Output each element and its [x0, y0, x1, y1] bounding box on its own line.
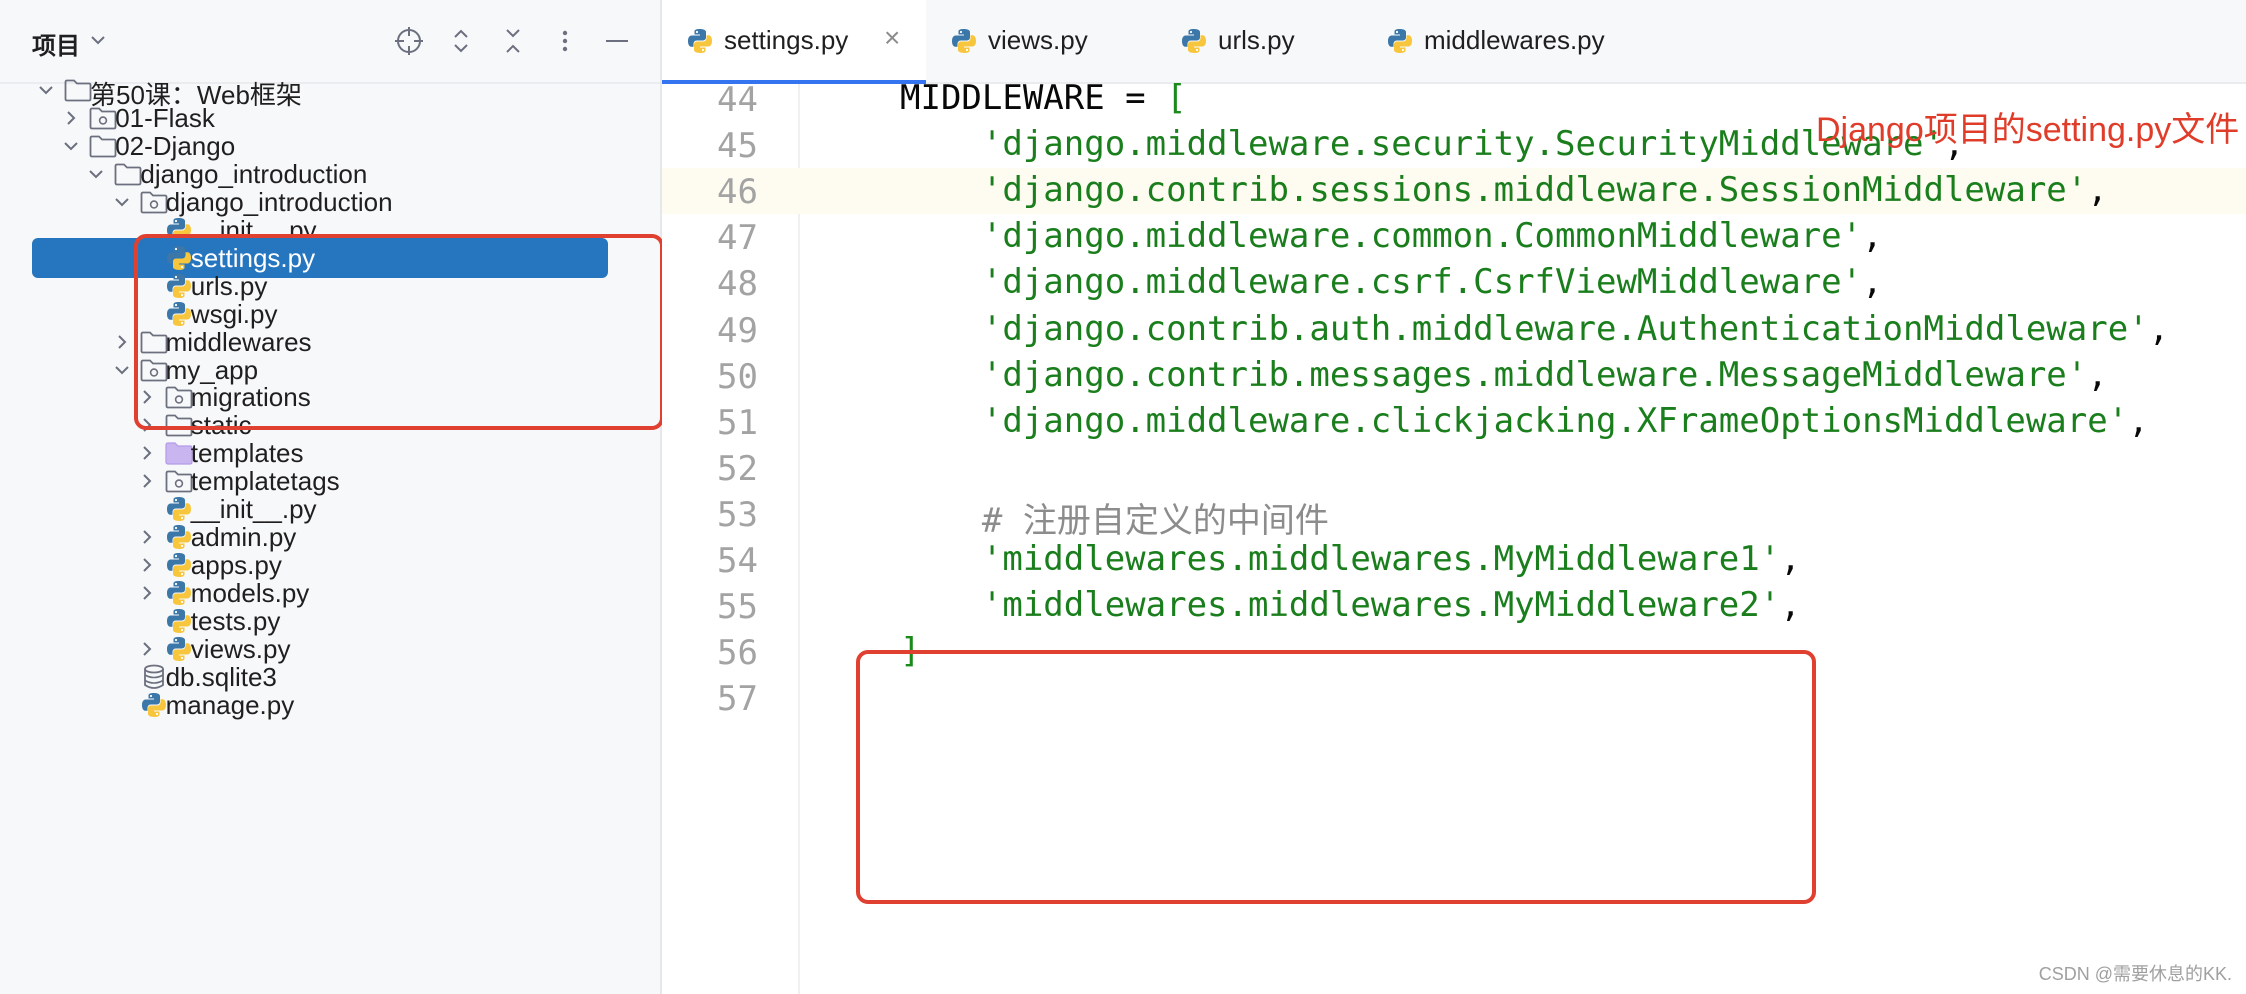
code-line[interactable]: 46 'django.contrib.sessions.middleware.S… — [662, 168, 2246, 215]
line-number: 50 — [717, 356, 758, 397]
expand-all-icon[interactable] — [444, 24, 478, 58]
tab-views-py[interactable]: views.py — [926, 0, 1090, 82]
code-line[interactable]: 53 # 注册自定义的中间件 — [662, 491, 2246, 541]
code-token: , — [2148, 308, 2170, 349]
code-line[interactable]: 50 'django.contrib.messages.middleware.M… — [662, 353, 2246, 399]
line-number: 53 — [717, 494, 758, 535]
tree-item-label: manage.py — [165, 689, 295, 720]
callout-box-custom-middleware — [856, 650, 1816, 904]
line-number: 54 — [717, 541, 758, 581]
code-line[interactable]: 51 'django.middleware.clickjacking.XFram… — [662, 399, 2246, 445]
code-token: , — [2087, 354, 2108, 395]
code-token: , — [1862, 262, 1883, 303]
tab-label: views.py — [988, 25, 1088, 55]
python-file-icon — [165, 579, 193, 606]
python-file-icon — [950, 27, 978, 55]
code-line[interactable]: 55 'middlewares.middlewares.MyMiddleware… — [662, 583, 2246, 629]
code-text: 'middlewares.middlewares.MyMiddleware1', — [900, 539, 1801, 579]
code-token: 'django.contrib.messages.middleware.Mess… — [900, 354, 2088, 395]
code-token: 'middlewares.middlewares.MyMiddleware2' — [900, 585, 1781, 626]
code-token: , — [2128, 400, 2149, 441]
chevron-down-icon[interactable] — [88, 30, 108, 50]
code-line[interactable]: 49 'django.contrib.auth.middleware.Authe… — [662, 307, 2246, 353]
code-text: 'django.contrib.messages.middleware.Mess… — [900, 355, 2108, 395]
project-tree: 第50课：Web框架 01-Flask 02-Django django_introd… — [0, 79, 660, 994]
callout-box-settings-package — [134, 234, 664, 430]
collapse-all-icon[interactable] — [496, 24, 530, 58]
line-number: 44 — [717, 80, 758, 120]
code-line[interactable]: 52 — [662, 445, 2246, 491]
tab-label: urls.py — [1218, 25, 1295, 55]
code-text: MIDDLEWARE = [ — [900, 78, 1187, 118]
line-number: 55 — [717, 587, 758, 628]
python-file-icon — [1386, 27, 1414, 55]
line-number: 51 — [717, 402, 758, 443]
line-number: 48 — [717, 264, 758, 305]
line-number: 57 — [717, 679, 758, 720]
line-number: 46 — [717, 172, 758, 213]
code-token: [ — [1166, 78, 1187, 118]
code-text: 'django.middleware.common.CommonMiddlewa… — [900, 216, 1883, 256]
python-file-icon — [165, 523, 193, 550]
line-number: 47 — [717, 218, 758, 259]
python-file-icon — [165, 551, 193, 578]
code-token: 注册自定义的中间件 — [1022, 500, 1329, 541]
code-token: , — [1780, 539, 1801, 579]
code-token: , — [2087, 170, 2108, 211]
editor-tab-bar: settings.py × views.py urls.py middlewares.p… — [662, 0, 2246, 84]
code-text: 'django.middleware.security.SecurityMidd… — [900, 124, 1965, 165]
code-text: 'django.middleware.clickjacking.XFrameOp… — [900, 401, 2149, 441]
code-token: , — [1862, 216, 1883, 257]
project-panel: 项目 第50课：Web框架 01-Flask 02-Django django_… — [0, 0, 662, 994]
annotation-text: Django项目的setting.py文件 — [1816, 111, 2240, 149]
python-file-icon — [686, 27, 714, 55]
crosshair-icon[interactable] — [392, 24, 426, 58]
code-token: 'middlewares.middlewares.MyMiddleware1' — [900, 539, 1781, 579]
close-tab-icon[interactable]: × — [884, 24, 900, 52]
code-token: 'django.middleware.common.CommonMiddlewa… — [900, 216, 1863, 257]
watermark: CSDN @需要休息的KK. — [2038, 964, 2232, 984]
line-number: 52 — [717, 448, 758, 489]
line-number: 45 — [717, 126, 758, 167]
tree-item-manage-py[interactable]: manage.py — [0, 685, 660, 725]
code-text: 'django.contrib.sessions.middleware.Sess… — [900, 170, 2108, 210]
code-text: 'middlewares.middlewares.MyMiddleware2', — [900, 585, 1801, 625]
python-file-icon — [140, 691, 168, 717]
code-token: 'django.contrib.auth.middleware.Authenti… — [900, 308, 2149, 349]
code-token: 'django.contrib.sessions.middleware.Sess… — [900, 170, 2088, 211]
code-token: , — [1780, 585, 1801, 626]
code-token: # — [900, 500, 1023, 541]
minimize-icon[interactable] — [600, 24, 634, 58]
code-token: 'django.middleware.security.SecurityMidd… — [900, 124, 1944, 165]
code-token: 'django.middleware.csrf.CsrfViewMiddlewa… — [900, 262, 1863, 303]
tab-middlewares-py[interactable]: middlewares.py — [1362, 0, 1605, 82]
code-token: MIDDLEWARE = — [900, 78, 1167, 118]
code-line[interactable]: 48 'django.middleware.csrf.CsrfViewMiddl… — [662, 260, 2246, 306]
python-file-icon — [165, 607, 193, 634]
tab-settings-py[interactable]: settings.py × — [662, 0, 926, 84]
code-text: # 注册自定义的中间件 — [900, 493, 1329, 542]
tab-label: settings.py — [724, 25, 849, 55]
more-vert-icon[interactable] — [548, 24, 582, 58]
python-file-icon — [165, 635, 193, 661]
tab-label: middlewares.py — [1424, 25, 1605, 55]
project-panel-title[interactable]: 项目 — [32, 26, 80, 61]
code-text: 'django.contrib.auth.middleware.Authenti… — [900, 309, 2169, 349]
line-number: 56 — [717, 633, 758, 674]
code-text: 'django.middleware.csrf.CsrfViewMiddlewa… — [900, 262, 1883, 302]
tab-urls-py[interactable]: urls.py — [1156, 0, 1298, 82]
code-line[interactable]: 54 'middlewares.middlewares.MyMiddleware… — [662, 537, 2246, 583]
line-number: 49 — [717, 310, 758, 351]
code-line[interactable]: 47 'django.middleware.common.CommonMiddl… — [662, 214, 2246, 260]
python-file-icon — [165, 495, 193, 522]
code-token: 'django.middleware.clickjacking.XFrameOp… — [900, 400, 2129, 441]
database-icon — [140, 663, 168, 689]
python-file-icon — [1180, 27, 1208, 55]
